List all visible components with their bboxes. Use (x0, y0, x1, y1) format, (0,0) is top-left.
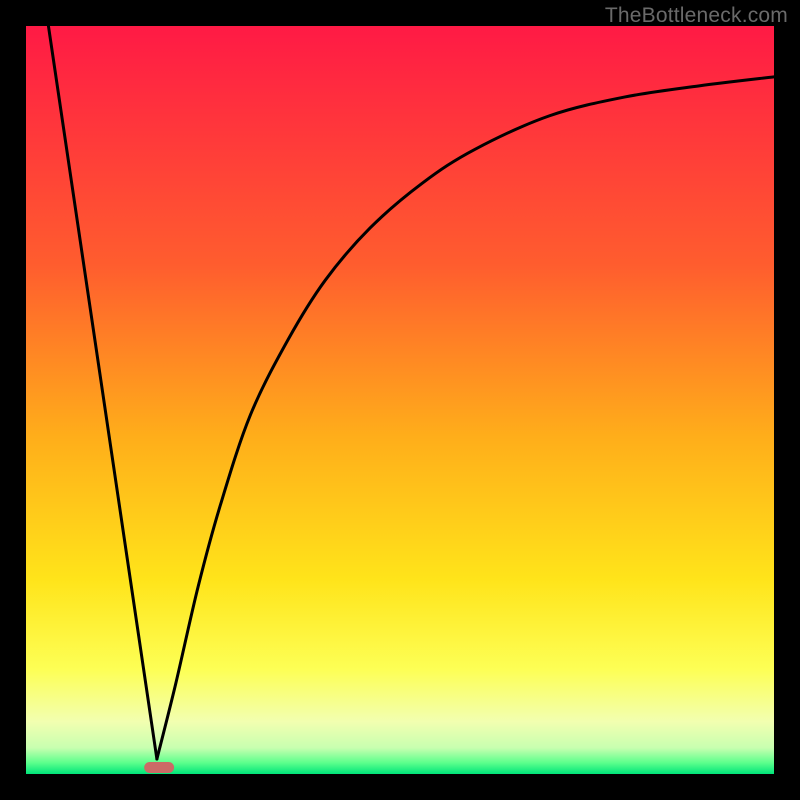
plot-area (26, 26, 774, 774)
chart-svg (26, 26, 774, 774)
bottom-marker (144, 762, 174, 773)
chart-frame: TheBottleneck.com (0, 0, 800, 800)
gradient-background (26, 26, 774, 774)
watermark-text: TheBottleneck.com (605, 4, 788, 28)
